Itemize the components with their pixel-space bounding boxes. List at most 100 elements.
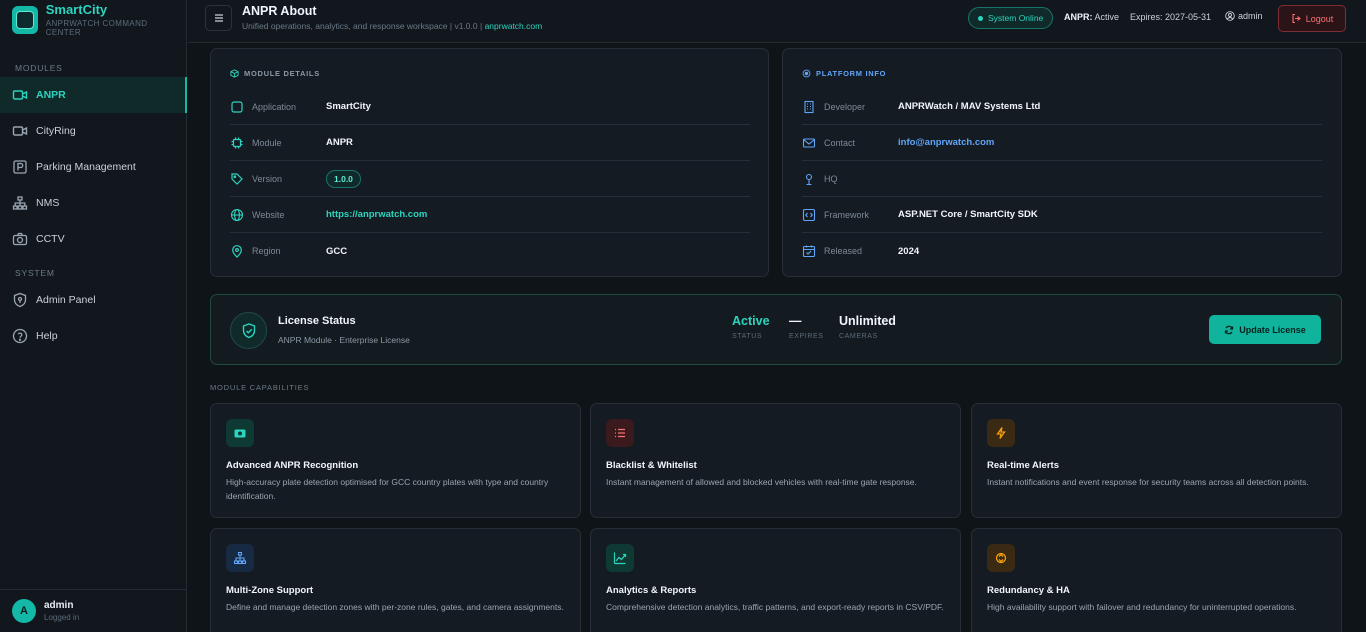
site-link[interactable]: anprwatch.com [485,21,543,31]
page-title: ANPR About [242,4,317,18]
capability-card-redundancy: Redundancy & HA High availability suppor… [971,528,1342,632]
logout-icon [1292,13,1301,24]
logout-label: Logout [1305,13,1334,24]
license-expiry: Expires: 2027-05-31 [1130,12,1212,22]
sidebar-item-label: Parking Management [36,161,136,173]
sidebar-item-nms[interactable]: NMS [0,185,187,221]
location-icon [805,173,813,185]
header-user-name: admin [1238,11,1263,21]
anpr-status-value: Active [1094,12,1120,22]
contact-email-link[interactable]: info@anprwatch.com [898,137,994,148]
detail-value: GCC [326,245,348,257]
building-icon [804,100,814,113]
capability-description: Comprehensive detection analytics, traff… [606,602,944,612]
info-label: Contact [824,137,856,148]
license-expires-stat: — EXPIRES [789,314,824,340]
module-details-card: MODULE DETAILS Application SmartCity Mod… [210,48,769,277]
info-row-contact: Contact info@anprwatch.com [802,125,1322,161]
capability-card-alerts: Real-time Alerts Instant notifications a… [971,403,1342,518]
platform-info-card: PLATFORM INFO Developer ANPRWatch / MAV … [782,48,1342,277]
logo-icon [12,6,38,34]
capability-title: Advanced ANPR Recognition [226,460,359,471]
page-subtitle: Unified operations, analytics, and respo… [242,21,542,31]
capability-description: High availability support with failover … [987,602,1297,612]
shield-check-icon [230,312,267,349]
camera-icon [226,419,254,447]
update-license-label: Update License [1239,324,1306,335]
license-status-stat: Active STATUS [732,314,770,340]
menu-toggle-button[interactable] [205,5,232,31]
chip-icon [231,137,243,148]
module-details-heading-text: MODULE DETAILS [244,69,320,78]
info-label: HQ [824,173,838,184]
detail-label: Region [252,246,281,256]
sidebar-item-label: CCTV [36,233,65,245]
header-user[interactable]: admin [1225,11,1263,21]
capability-card-anpr: Advanced ANPR Recognition High-accuracy … [210,403,581,518]
license-cameras-value: Unlimited [839,314,896,328]
detail-label: Module [252,137,282,148]
top-header: ANPR About Unified operations, analytics… [188,0,1366,43]
detail-value: SmartCity [326,101,371,112]
info-label: Developer [824,101,866,112]
anpr-status-label: ANPR: [1064,12,1093,22]
nav-section-system: SYSTEM [15,268,55,278]
camera-icon [12,90,28,100]
calendar-icon [802,245,816,258]
info-value: ASP.NET Core / SmartCity SDK [898,209,1038,220]
module-details-heading: MODULE DETAILS [230,69,320,78]
sidebar-item-label: Help [36,330,58,342]
info-row-released: Released 2024 [802,233,1322,269]
help-icon [12,328,28,344]
globe-icon [230,208,244,221]
brand[interactable]: SmartCity ANPRWATCH COMMAND CENTER [0,0,186,40]
brand-subtitle: ANPRWATCH COMMAND CENTER [45,19,148,37]
hamburger-icon [214,14,223,22]
sidebar-item-admin-panel[interactable]: Admin Panel [0,282,187,318]
chart-icon [606,544,634,572]
update-license-button[interactable]: Update License [1209,315,1321,344]
detail-row-module: Module ANPR [230,125,750,161]
user-panel[interactable]: A admin Logged in [0,589,187,632]
capability-card-blacklist: Blacklist & Whitelist Instant management… [590,403,961,518]
license-title: License Status [278,315,356,327]
capability-title: Multi-Zone Support [226,585,314,596]
sidebar-item-parking[interactable]: Parking Management [0,149,187,185]
detail-row-website: Website https://anprwatch.com [230,197,750,233]
capability-title: Real-time Alerts [987,460,1059,471]
capability-description: Instant notifications and event response… [987,477,1309,487]
sidebar-item-label: Admin Panel [36,294,96,306]
sidebar-item-help[interactable]: Help [0,318,187,354]
cctv-icon [12,232,28,246]
info-value: 2024 [898,245,920,257]
sidebar: SmartCity ANPRWATCH COMMAND CENTER MODUL… [0,0,187,632]
capability-title: Redundancy & HA [987,585,1070,596]
detail-row-application: Application SmartCity [230,89,750,125]
version-badge: 1.0.0 [326,169,361,188]
logout-button[interactable]: Logout [1278,5,1346,32]
license-expires-value: — [789,314,802,328]
refresh-icon [987,544,1015,572]
detail-row-region: Region GCC [230,233,750,269]
sidebar-item-cityring[interactable]: CityRing [0,113,187,149]
system-status-text: System Online [988,13,1044,23]
license-status-panel: License Status ANPR Module · Enterprise … [210,294,1342,365]
sidebar-item-anpr[interactable]: ANPR [0,77,187,113]
shield-icon [13,292,27,308]
license-cameras-label: CAMERAS [839,333,878,340]
sidebar-item-label: ANPR [36,89,66,101]
brand-title: SmartCity [45,2,108,17]
license-status-label: STATUS [732,333,763,340]
info-row-hq: HQ [802,161,1322,197]
system-status-badge: System Online [968,7,1054,29]
app-icon [231,100,243,113]
network-icon [226,544,254,572]
capability-title: Blacklist & Whitelist [606,460,697,471]
website-link[interactable]: https://anprwatch.com [326,209,427,220]
user-icon [1225,11,1235,21]
license-expires-label: EXPIRES [789,333,824,340]
info-row-developer: Developer ANPRWatch / MAV Systems Ltd [802,89,1322,125]
user-status: Logged in [44,613,80,622]
sidebar-item-cctv[interactable]: CCTV [0,221,187,257]
code-icon [802,208,816,221]
